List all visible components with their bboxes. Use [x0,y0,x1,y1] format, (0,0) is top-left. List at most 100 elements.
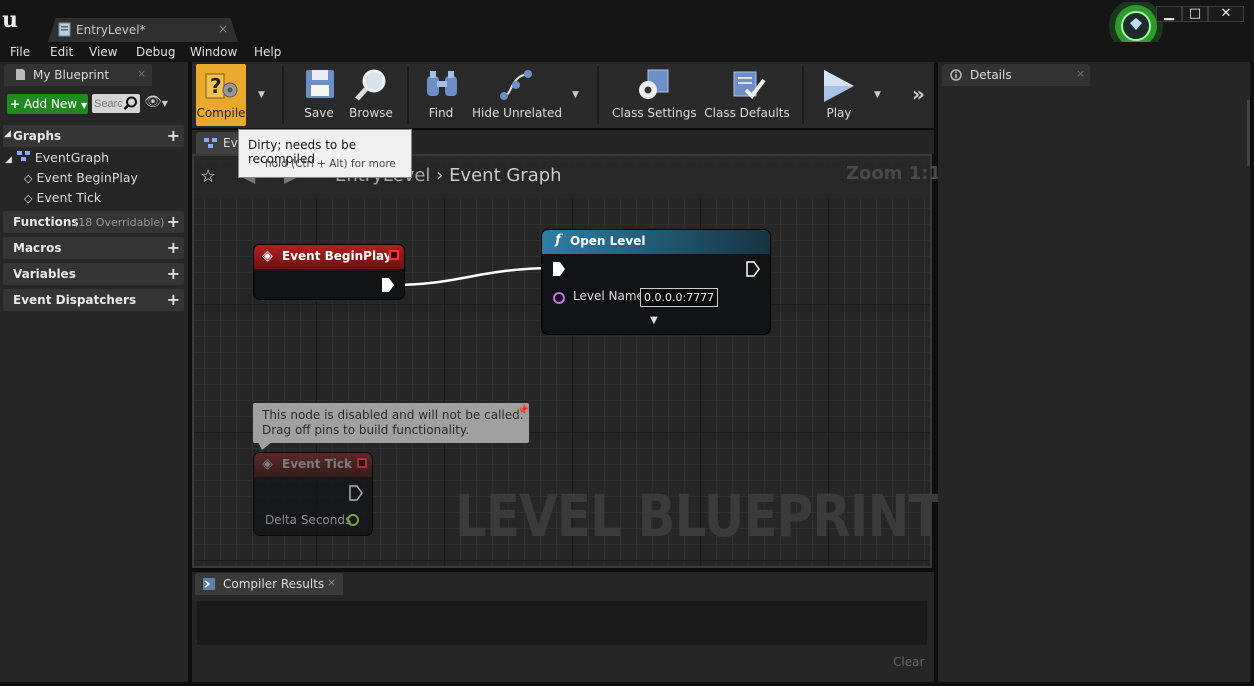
clear-button[interactable]: Clear [893,655,924,669]
delta-seconds-label: Delta Seconds [265,513,352,527]
svg-text:?: ? [210,74,222,98]
node-event-tick[interactable]: ◈ Event Tick Delta Seconds [254,453,372,535]
plus-icon: + [10,97,21,111]
collapse-triangle-icon[interactable]: ◢ [4,129,11,139]
tab-compiler-results[interactable]: Compiler Results × [195,573,343,595]
name-input-pin[interactable] [553,292,565,304]
play-icon [824,70,854,102]
blueprint-doc-icon [58,22,71,37]
section-event-dispatchers[interactable]: Event Dispatchers + [3,289,184,311]
class-defaults-button[interactable]: Class Defaults [704,64,790,126]
maximize-button[interactable]: □ [1182,6,1208,22]
find-label: Find [428,106,454,120]
graph-item-eventgraph[interactable]: ◢ EventGraph [5,150,109,165]
menu-view[interactable]: View [89,45,117,59]
save-button[interactable]: Save [296,64,342,126]
search-input[interactable] [94,96,122,111]
menu-file[interactable]: File [10,45,30,59]
compiler-results-log[interactable] [197,601,927,645]
play-options-dropdown[interactable]: ▼ [874,90,881,100]
compiler-results-close-icon[interactable]: × [327,576,336,589]
toolbar: ? Compile ▼ Save Browse Find Hide Unrela… [192,62,934,128]
ue-logo-icon: u [2,7,18,33]
add-macro-button[interactable]: + [167,238,180,257]
menu-help[interactable]: Help [254,45,281,59]
add-new-label: Add New [23,97,78,111]
menu-edit[interactable]: Edit [50,45,73,59]
section-functions[interactable]: Functions (18 Overridable) + [3,211,184,233]
section-graphs[interactable]: ◢ Graphs + [3,125,184,147]
search-field[interactable] [92,94,140,113]
menu-debug[interactable]: Debug [136,45,175,59]
toolbar-separator [282,66,284,124]
details-scrollbar[interactable] [1247,100,1250,166]
exec-out-pin[interactable] [381,277,395,293]
browse-icon [355,69,386,101]
node-event-beginplay[interactable]: ◈ Event BeginPlay [254,245,404,299]
my-blueprint-tab[interactable]: My Blueprint × [4,64,152,86]
section-variables[interactable]: Variables + [3,263,184,285]
exec-out-pin[interactable] [746,261,760,277]
delegate-pin[interactable] [357,458,367,468]
node-title: Event Tick [282,457,353,471]
breadcrumb-current: Event Graph [449,165,562,186]
compiler-results-label: Compiler Results [223,577,325,591]
view-options-button[interactable]: 👁▼ [144,94,180,114]
node-header: ◈ Event BeginPlay [254,245,404,269]
event-diamond-icon: ◈ [262,456,273,472]
exec-out-pin[interactable] [349,485,363,501]
add-function-button[interactable]: + [167,212,180,231]
find-button[interactable]: Find [418,64,464,126]
comment-line-2: Drag off pins to build functionality. [262,423,470,437]
section-macros[interactable]: Macros + [3,237,184,259]
menu-window[interactable]: Window [190,45,237,59]
hide-unrelated-button[interactable]: Hide Unrelated [472,64,562,126]
tab-details[interactable]: Details × [942,64,1090,86]
star-icon[interactable]: ☆ [200,166,216,187]
node-open-level[interactable]: f Open Level Level Name 0.0.0.0:7777 ▼ [542,230,770,334]
minimize-button[interactable]: ▁ [1156,6,1182,22]
browse-button[interactable]: Browse [346,64,396,126]
class-settings-button[interactable]: Class Settings [612,64,697,126]
graph-icon [16,151,30,161]
pin-icon[interactable]: 📌 [517,405,529,416]
event-diamond-icon: ◈ [262,248,273,264]
node-header: f Open Level [542,230,770,254]
tooltip-hint: hold (Ctrl + Alt) for more [265,158,396,170]
document-tab-close-icon[interactable]: × [218,22,228,36]
float-output-pin[interactable] [347,514,359,526]
hide-unrelated-dropdown[interactable]: ▼ [572,90,579,100]
compiler-results-icon [203,578,215,590]
add-variable-button[interactable]: + [167,264,180,283]
details-icon [950,69,962,81]
level-name-input[interactable]: 0.0.0.0:7777 [640,288,718,307]
add-graph-button[interactable]: + [167,126,180,145]
document-tab-label: EntryLevel* [76,23,146,37]
graph-item-event-tick[interactable]: ◇ Event Tick [24,190,101,205]
section-functions-label: Functions [13,215,79,229]
toolbar-separator [802,66,804,124]
graph-item-label: Event BeginPlay [36,170,138,185]
browse-label: Browse [349,106,393,120]
section-dispatchers-label: Event Dispatchers [13,293,137,307]
my-blueprint-tab-label: My Blueprint [33,68,110,82]
exec-in-pin[interactable] [552,261,566,277]
compile-options-dropdown[interactable]: ▼ [258,90,265,100]
close-window-button[interactable]: ✕ [1208,6,1244,22]
hide-unrelated-icon [500,70,532,100]
toolbar-overflow-chevron-icon[interactable]: » [912,82,925,106]
add-new-button[interactable]: + Add New ▼ [7,94,88,114]
expand-arrow-icon[interactable]: ▼ [650,315,658,326]
document-tab[interactable]: EntryLevel* × [48,18,238,42]
details-close-icon[interactable]: × [1076,67,1085,80]
tab-event-graph[interactable]: Ev [196,132,244,154]
save-icon [306,70,334,98]
delegate-pin[interactable] [389,250,399,260]
my-blueprint-tab-close-icon[interactable]: × [137,67,146,80]
add-dispatcher-button[interactable]: + [167,290,180,309]
play-button[interactable]: Play [814,64,864,126]
graph-item-event-beginplay[interactable]: ◇ Event BeginPlay [24,170,138,185]
compile-button[interactable]: ? Compile [196,64,246,126]
collapse-triangle-icon[interactable]: ◢ [5,155,12,165]
class-settings-label: Class Settings [612,106,697,120]
